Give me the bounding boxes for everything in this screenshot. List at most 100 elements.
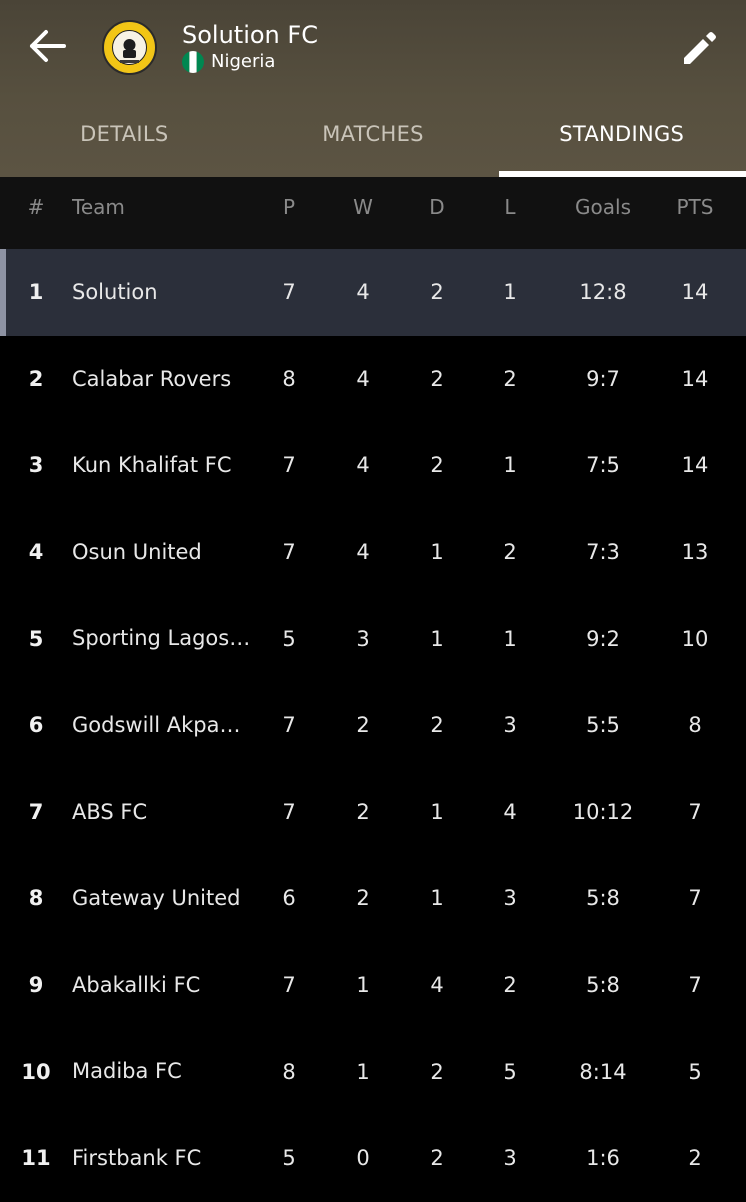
points-cell: 14 <box>681 280 709 305</box>
drawn-cell: 2 <box>430 713 444 738</box>
club-header: Solution FC Nigeria DETAILS MATCHES STAN… <box>0 0 746 177</box>
table-row[interactable]: 6 Godswill Akpabi… 7 2 2 3 5:5 8 <box>0 682 746 769</box>
team-cell: Gateway United <box>72 886 241 911</box>
table-row[interactable]: 7 ABS FC 7 2 1 4 10:12 7 <box>0 769 746 856</box>
rank-cell: 5 <box>28 626 44 651</box>
won-cell: 0 <box>356 1146 370 1171</box>
table-row[interactable]: 5 Sporting Lagos… 5 3 1 1 9:2 10 <box>0 595 746 682</box>
column-header-lost: L <box>504 195 516 219</box>
won-cell: 4 <box>356 453 370 478</box>
drawn-cell: 4 <box>430 973 444 998</box>
table-row[interactable]: 4 Osun United 7 4 1 2 7:3 13 <box>0 509 746 596</box>
drawn-cell: 1 <box>430 799 444 824</box>
rank-cell: 7 <box>28 799 44 824</box>
rank-cell: 6 <box>28 713 44 738</box>
club-crest-icon <box>102 20 157 75</box>
team-cell: Abakallki FC <box>72 972 201 997</box>
team-cell: Sporting Lagos… <box>72 626 251 651</box>
goals-cell: 9:2 <box>586 626 620 651</box>
drawn-cell: 1 <box>430 540 444 565</box>
drawn-cell: 1 <box>430 626 444 651</box>
tab-matches[interactable]: MATCHES <box>249 100 498 177</box>
points-cell: 14 <box>681 366 709 391</box>
team-cell: Calabar Rovers <box>72 366 232 391</box>
goals-cell: 9:7 <box>586 366 620 391</box>
played-cell: 5 <box>282 626 296 651</box>
lost-cell: 2 <box>503 540 517 565</box>
drawn-cell: 2 <box>430 366 444 391</box>
lost-cell: 1 <box>503 280 517 305</box>
lost-cell: 2 <box>503 366 517 391</box>
drawn-cell: 2 <box>430 1146 444 1171</box>
drawn-cell: 1 <box>430 886 444 911</box>
column-header-won: W <box>353 195 373 219</box>
rank-cell: 11 <box>21 1146 51 1171</box>
table-row[interactable]: 3 Kun Khalifat FC 7 4 2 1 7:5 14 <box>0 422 746 509</box>
points-cell: 13 <box>681 540 709 565</box>
points-cell: 8 <box>688 713 702 738</box>
points-cell: 10 <box>681 626 709 651</box>
team-cell: Godswill Akpabi… <box>72 712 252 737</box>
team-cell: Osun United <box>72 539 202 564</box>
won-cell: 2 <box>356 713 370 738</box>
standings-table: # Team P W D L Goals PTS 1 Solution 7 4 … <box>0 177 746 1202</box>
club-country: Nigeria <box>182 50 275 74</box>
column-header-points: PTS <box>676 195 714 219</box>
table-row[interactable]: 8 Gateway United 6 2 1 3 5:8 7 <box>0 855 746 942</box>
points-cell: 7 <box>688 886 702 911</box>
pencil-icon <box>684 32 716 64</box>
points-cell: 7 <box>688 973 702 998</box>
tab-bar: DETAILS MATCHES STANDINGS <box>0 100 746 177</box>
team-cell: Firstbank FC <box>72 1145 202 1170</box>
column-header-drawn: D <box>429 195 445 219</box>
goals-cell: 5:5 <box>586 713 620 738</box>
column-header-played: P <box>282 195 296 219</box>
table-row[interactable]: 2 Calabar Rovers 8 4 2 2 9:7 14 <box>0 336 746 423</box>
goals-cell: 8:14 <box>579 1059 627 1084</box>
won-cell: 4 <box>356 540 370 565</box>
rank-cell: 10 <box>21 1059 51 1084</box>
table-row[interactable]: 1 Solution 7 4 2 1 12:8 14 <box>0 249 746 336</box>
won-cell: 3 <box>356 626 370 651</box>
played-cell: 7 <box>282 280 296 305</box>
won-cell: 1 <box>356 1059 370 1084</box>
points-cell: 2 <box>688 1146 702 1171</box>
played-cell: 7 <box>282 713 296 738</box>
played-cell: 7 <box>282 799 296 824</box>
team-cell: Madiba FC <box>72 1059 182 1084</box>
table-row[interactable]: 11 Firstbank FC 5 0 2 3 1:6 2 <box>0 1115 746 1202</box>
played-cell: 7 <box>282 540 296 565</box>
played-cell: 6 <box>282 886 296 911</box>
back-button[interactable] <box>22 24 70 68</box>
goals-cell: 5:8 <box>586 973 620 998</box>
lost-cell: 3 <box>503 886 517 911</box>
club-name: Solution FC <box>182 21 318 49</box>
lost-cell: 2 <box>503 973 517 998</box>
rank-cell: 2 <box>28 366 44 391</box>
team-cell: ABS FC <box>72 799 148 824</box>
tab-standings[interactable]: STANDINGS <box>497 100 746 177</box>
rank-cell: 8 <box>28 886 44 911</box>
tab-details[interactable]: DETAILS <box>0 100 249 177</box>
drawn-cell: 2 <box>430 280 444 305</box>
edit-button[interactable] <box>680 28 720 68</box>
country-name: Nigeria <box>211 51 276 72</box>
table-row[interactable]: 9 Abakallki FC 7 1 4 2 5:8 7 <box>0 942 746 1029</box>
points-cell: 5 <box>688 1059 702 1084</box>
goals-cell: 7:5 <box>586 453 620 478</box>
arrow-left-icon <box>30 30 66 62</box>
lost-cell: 3 <box>503 713 517 738</box>
won-cell: 4 <box>356 280 370 305</box>
rank-cell: 4 <box>28 540 44 565</box>
goals-cell: 5:8 <box>586 886 620 911</box>
goals-cell: 12:8 <box>579 280 627 305</box>
points-cell: 7 <box>688 799 702 824</box>
played-cell: 8 <box>282 1059 296 1084</box>
played-cell: 8 <box>282 366 296 391</box>
column-header-goals: Goals <box>575 195 631 219</box>
won-cell: 4 <box>356 366 370 391</box>
team-cell: Solution <box>72 280 158 304</box>
table-row[interactable]: 10 Madiba FC 8 1 2 5 8:14 5 <box>0 1028 746 1115</box>
team-cell: Kun Khalifat FC <box>72 453 232 478</box>
lost-cell: 3 <box>503 1146 517 1171</box>
